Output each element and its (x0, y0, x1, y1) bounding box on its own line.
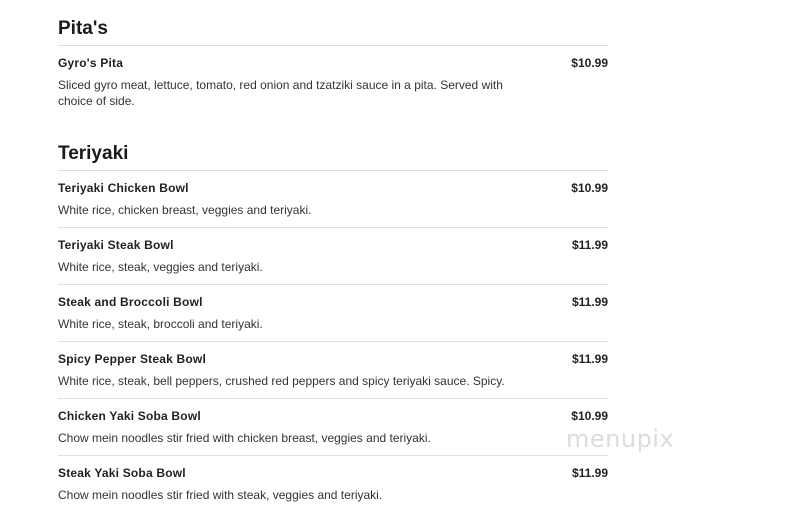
item-description: White rice, steak, bell peppers, crushed… (58, 374, 505, 388)
item-description: White rice, steak, broccoli and teriyaki… (58, 317, 263, 331)
item-header: Teriyaki Steak Bowl $11.99 (58, 238, 608, 254)
item-name: Teriyaki Chicken Bowl (58, 181, 189, 195)
watermark-logo: menupix (566, 425, 675, 453)
item-header: Spicy Pepper Steak Bowl $11.99 (58, 352, 608, 368)
item-name: Steak Yaki Soba Bowl (58, 466, 186, 480)
item-name: Teriyaki Steak Bowl (58, 238, 174, 252)
item-price: $11.99 (571, 352, 608, 366)
menu-item: Teriyaki Chicken Bowl $10.99 White rice,… (58, 171, 608, 228)
item-description: Chow mein noodles stir fried with steak,… (58, 488, 383, 502)
section-title: Teriyaki (58, 139, 608, 171)
item-header: Chicken Yaki Soba Bowl $10.99 (58, 409, 608, 425)
item-price: $11.99 (571, 238, 608, 252)
menu: Pita's Gyro's Pita $10.99 Sliced gyro me… (58, 14, 608, 512)
section-title: Pita's (58, 14, 608, 46)
item-price: $11.99 (571, 295, 608, 309)
item-header: Steak and Broccoli Bowl $11.99 (58, 295, 608, 311)
section-teriyaki: Teriyaki Teriyaki Chicken Bowl $10.99 Wh… (58, 139, 608, 512)
item-description: Sliced gyro meat, lettuce, tomato, red o… (58, 78, 503, 108)
item-name: Steak and Broccoli Bowl (58, 295, 203, 309)
item-header: Steak Yaki Soba Bowl $11.99 (58, 466, 608, 482)
item-name: Spicy Pepper Steak Bowl (58, 352, 206, 366)
item-price: $11.99 (571, 466, 608, 480)
item-price: $10.99 (571, 181, 608, 195)
item-price: $10.99 (571, 409, 608, 423)
item-header: Gyro's Pita $10.99 (58, 56, 608, 72)
item-price: $10.99 (571, 56, 608, 70)
menu-item: Steak Yaki Soba Bowl $11.99 Chow mein no… (58, 456, 608, 512)
item-header: Teriyaki Chicken Bowl $10.99 (58, 181, 608, 197)
menu-item: Gyro's Pita $10.99 Sliced gyro meat, let… (58, 46, 608, 118)
menu-item: Chicken Yaki Soba Bowl $10.99 Chow mein … (58, 399, 608, 456)
item-description: White rice, chicken breast, veggies and … (58, 203, 312, 217)
item-name: Gyro's Pita (58, 56, 124, 70)
item-name: Chicken Yaki Soba Bowl (58, 409, 201, 423)
menu-item: Spicy Pepper Steak Bowl $11.99 White ric… (58, 342, 608, 399)
item-description: Chow mein noodles stir fried with chicke… (58, 431, 431, 445)
menu-item: Steak and Broccoli Bowl $11.99 White ric… (58, 285, 608, 342)
section-pitas: Pita's Gyro's Pita $10.99 Sliced gyro me… (58, 14, 608, 118)
item-description: White rice, steak, veggies and teriyaki. (58, 260, 263, 274)
menu-item: Teriyaki Steak Bowl $11.99 White rice, s… (58, 228, 608, 285)
